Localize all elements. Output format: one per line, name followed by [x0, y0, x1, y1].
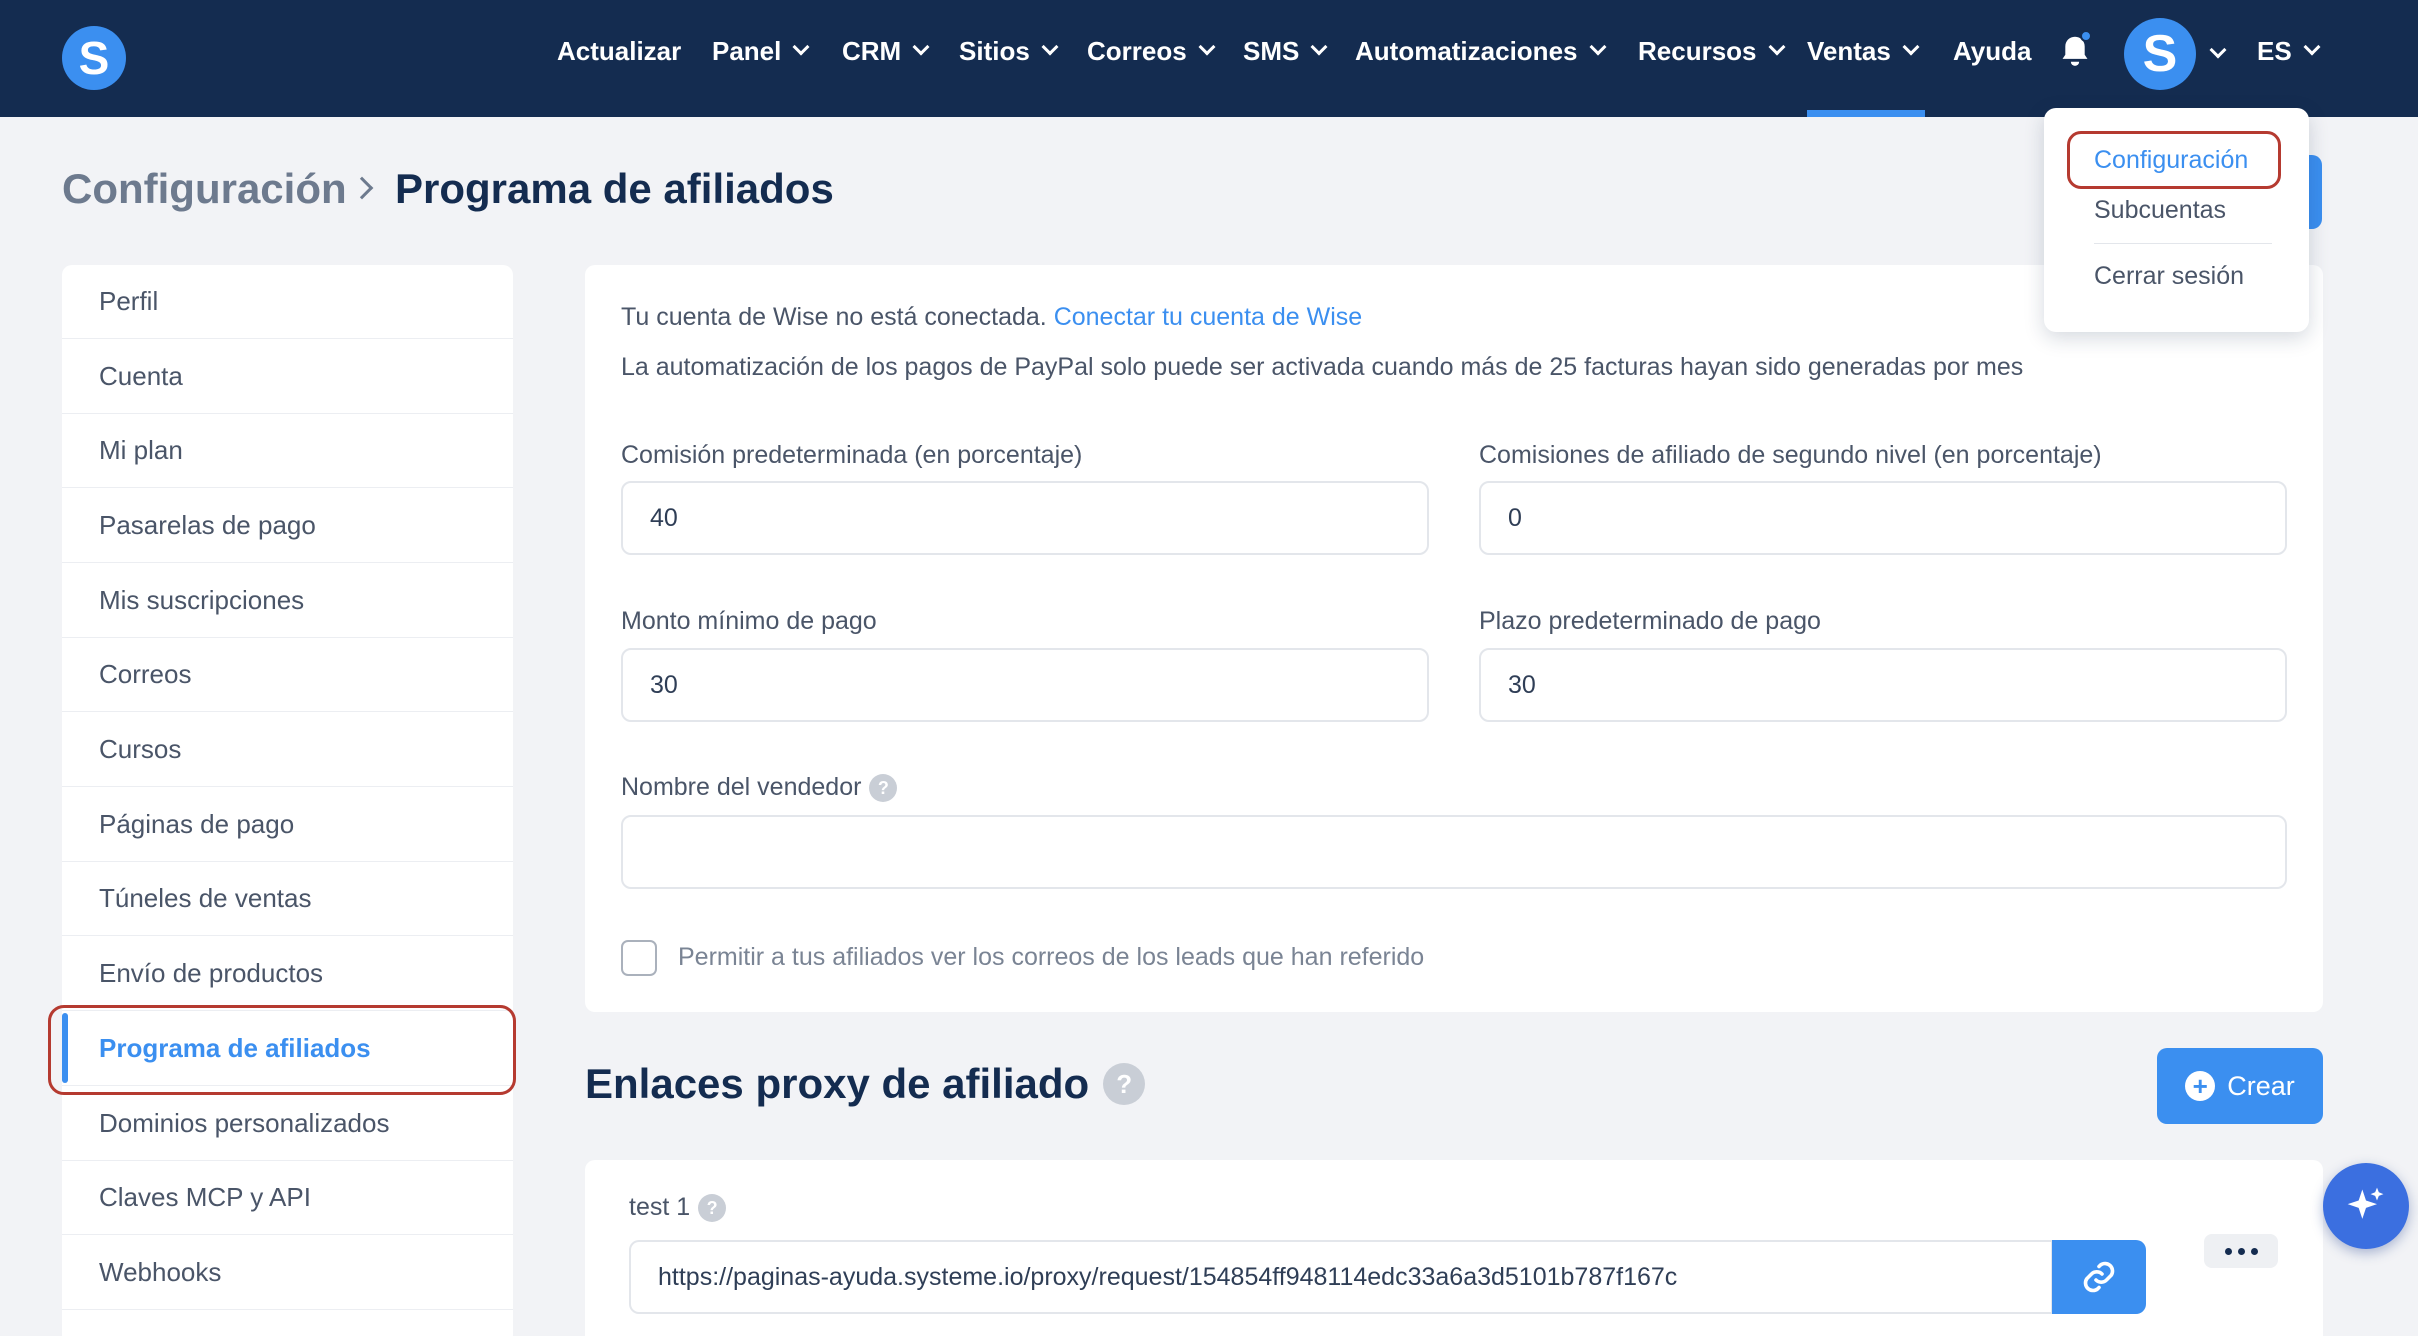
- help-icon[interactable]: ?: [698, 1194, 727, 1223]
- create-proxy-link-button[interactable]: + Crear: [2157, 1048, 2323, 1124]
- nav-label: Actualizar: [557, 35, 682, 66]
- proxy-link-name: test 1: [629, 1193, 691, 1221]
- menu-item-subcuentas[interactable]: Subcuentas: [2094, 196, 2226, 225]
- proxy-link-name-row: test 1?: [629, 1193, 727, 1223]
- sidebar-item-claves-mcp-y-api[interactable]: Claves MCP y API: [62, 1161, 513, 1235]
- menu-divider: [2094, 243, 2272, 244]
- plus-circle-icon: +: [2185, 1071, 2216, 1101]
- avatar[interactable]: S: [2124, 18, 2196, 90]
- settings-sidebar: Perfil Cuenta Mi plan Pasarelas de pago …: [62, 265, 513, 1336]
- nav-active-indicator: [1807, 110, 1925, 117]
- nav-item-actualizar[interactable]: Actualizar: [557, 34, 681, 68]
- nav-item-crm[interactable]: CRM: [842, 34, 930, 68]
- second-level-commission-input[interactable]: [1479, 481, 2287, 555]
- chevron-down-icon: [1768, 38, 1785, 56]
- sidebar-item-mis-suscripciones[interactable]: Mis suscripciones: [62, 564, 513, 638]
- nav-label: SMS: [1243, 35, 1300, 66]
- more-options-button[interactable]: [2204, 1234, 2278, 1268]
- nav-item-sms[interactable]: SMS: [1243, 34, 1328, 68]
- sidebar-item-pasarelas-de-pago[interactable]: Pasarelas de pago: [62, 489, 513, 563]
- create-button-label: Crear: [2227, 1070, 2295, 1101]
- menu-item-cerrar-sesion[interactable]: Cerrar sesión: [2094, 262, 2244, 291]
- dot-icon: [2237, 1247, 2245, 1255]
- sidebar-item-programa-de-afiliados[interactable]: Programa de afiliados: [62, 1012, 513, 1086]
- sparkle-icon: [2347, 1187, 2384, 1219]
- help-icon[interactable]: ?: [1103, 1063, 1146, 1105]
- menu-item-configuracion[interactable]: Configuración: [2094, 146, 2248, 175]
- sidebar-item-paginas-de-pago[interactable]: Páginas de pago: [62, 788, 513, 862]
- min-payout-label: Monto mínimo de pago: [621, 607, 877, 635]
- dot-icon: [2250, 1247, 2258, 1255]
- sidebar-item-mi-plan[interactable]: Mi plan: [62, 414, 513, 488]
- sidebar-active-indicator: [62, 1013, 68, 1083]
- notification-dot: [2080, 30, 2092, 42]
- ai-assistant-button[interactable]: [2323, 1163, 2409, 1249]
- sidebar-item-cuenta[interactable]: Cuenta: [62, 340, 513, 414]
- chevron-down-icon: [1198, 38, 1216, 56]
- sidebar-item-perfil[interactable]: Perfil: [62, 265, 513, 339]
- nav-label: Recursos: [1638, 35, 1757, 66]
- chevron-down-icon: [1041, 38, 1059, 56]
- default-commission-label: Comisión predeterminada (en porcentaje): [621, 441, 1083, 469]
- sidebar-item-correos[interactable]: Correos: [62, 638, 513, 712]
- nav-item-recursos[interactable]: Recursos: [1638, 34, 1785, 68]
- sidebar-item-envio-de-productos[interactable]: Envío de productos: [62, 937, 513, 1011]
- nav-label: Automatizaciones: [1355, 35, 1578, 66]
- nav-label: Ventas: [1807, 35, 1891, 66]
- avatar-letter: S: [2142, 25, 2178, 83]
- nav-item-sitios[interactable]: Sitios: [959, 34, 1059, 68]
- systeme-logo[interactable]: S: [62, 26, 126, 90]
- nav-item-ventas[interactable]: Ventas: [1807, 34, 1920, 68]
- language-label: ES: [2257, 35, 2292, 66]
- payout-term-input[interactable]: [1479, 648, 2287, 722]
- page-title: Programa de afiliados: [395, 165, 834, 212]
- wise-status-line: Tu cuenta de Wise no está conectada. Con…: [621, 303, 1362, 332]
- nav-item-panel[interactable]: Panel: [712, 34, 810, 68]
- proxy-links-section-title: Enlaces proxy de afiliado?: [585, 1060, 1146, 1108]
- link-icon: [2083, 1261, 2115, 1293]
- nav-label: CRM: [842, 35, 902, 66]
- default-commission-input[interactable]: [621, 481, 1429, 555]
- chevron-right-icon: [350, 176, 374, 200]
- allow-emails-label: Permitir a tus afiliados ver los correos…: [678, 943, 1425, 971]
- copy-link-button[interactable]: [2052, 1240, 2146, 1314]
- sidebar-item-webhooks[interactable]: Webhooks: [62, 1236, 513, 1310]
- logo-letter: S: [78, 32, 110, 84]
- chevron-down-icon: [1310, 38, 1328, 56]
- seller-name-input[interactable]: [621, 815, 2287, 889]
- proxy-links-title: Enlaces proxy de afiliado: [585, 1060, 1090, 1107]
- min-payout-input[interactable]: [621, 648, 1429, 722]
- paypal-note: La automatización de los pagos de PayPal…: [621, 353, 2024, 381]
- language-selector[interactable]: ES: [2257, 34, 2321, 68]
- nav-label: Ayuda: [1953, 35, 2032, 66]
- nav-label: Correos: [1087, 35, 1187, 66]
- sidebar-item-dominios-personalizados[interactable]: Dominios personalizados: [62, 1087, 513, 1161]
- sidebar-item-tuneles-de-ventas[interactable]: Túneles de ventas: [62, 862, 513, 936]
- allow-emails-checkbox[interactable]: [621, 940, 657, 976]
- connect-wise-link[interactable]: Conectar tu cuenta de Wise: [1054, 303, 1363, 331]
- nav-label: Sitios: [959, 35, 1030, 66]
- seller-name-label: Nombre del vendedor: [621, 773, 862, 801]
- payout-term-label: Plazo predeterminado de pago: [1479, 607, 1821, 635]
- chevron-down-icon: [912, 38, 930, 56]
- sidebar-item-cursos[interactable]: Cursos: [62, 713, 513, 787]
- nav-item-correos[interactable]: Correos: [1087, 34, 1216, 68]
- chevron-down-icon: [1902, 38, 1920, 56]
- wise-status-text: Tu cuenta de Wise no está conectada.: [621, 303, 1047, 331]
- help-icon[interactable]: ?: [869, 774, 898, 803]
- chevron-down-icon: [1589, 38, 1606, 56]
- chevron-down-icon: [792, 38, 810, 56]
- nav-item-ayuda[interactable]: Ayuda: [1953, 34, 2032, 68]
- nav-item-automatizaciones[interactable]: Automatizaciones: [1355, 34, 1606, 68]
- breadcrumb-parent[interactable]: Configuración: [62, 165, 347, 213]
- second-level-commission-label: Comisiones de afiliado de segundo nivel …: [1479, 441, 2102, 469]
- nav-label: Panel: [712, 35, 782, 66]
- seller-name-label-row: Nombre del vendedor?: [621, 773, 898, 803]
- proxy-link-url[interactable]: https://paginas-ayuda.systeme.io/proxy/r…: [629, 1240, 2053, 1314]
- chevron-down-icon: [2303, 38, 2321, 56]
- dot-icon: [2224, 1247, 2232, 1255]
